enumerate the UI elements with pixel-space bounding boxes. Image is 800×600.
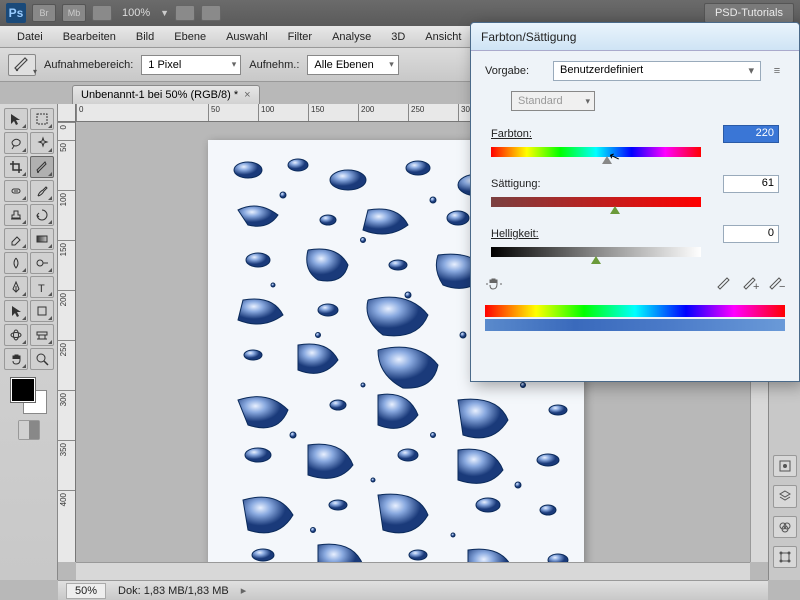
ruler-vertical[interactable]: 0 50 100 150 200 250 300 350 400 [58, 122, 76, 562]
eyedropper-subtract-icon[interactable]: − [769, 276, 785, 292]
menu-ebene[interactable]: Ebene [165, 28, 215, 46]
path-select-tool[interactable] [4, 300, 28, 322]
sample-layers-label: Aufnehm.: [249, 59, 299, 71]
eyedropper-tool[interactable] [30, 156, 54, 178]
menu-bearbeiten[interactable]: Bearbeiten [54, 28, 125, 46]
brush-tool[interactable] [30, 180, 54, 202]
saturation-input[interactable]: 61 [723, 175, 779, 193]
lightness-label: Helligkeit: [491, 228, 539, 240]
lightness-slider-thumb[interactable] [591, 256, 601, 264]
preset-select[interactable]: Benutzerdefiniert [553, 61, 761, 81]
color-swatches[interactable] [11, 378, 47, 414]
dodge-tool[interactable] [30, 252, 54, 274]
eyedropper-sample-icon[interactable] [717, 276, 733, 292]
close-tab-icon[interactable]: × [244, 89, 250, 101]
hue-strip-source [485, 305, 785, 317]
document-tab[interactable]: Unbenannt-1 bei 50% (RGB/8) * × [72, 85, 260, 104]
menu-analyse[interactable]: Analyse [323, 28, 380, 46]
tutorials-button[interactable]: PSD-Tutorials [704, 3, 794, 23]
sample-size-select[interactable]: 1 Pixel [141, 55, 241, 75]
heal-tool[interactable] [4, 180, 28, 202]
document-tab-title: Unbenannt-1 bei 50% (RGB/8) * [81, 89, 238, 101]
lasso-tool[interactable] [4, 132, 28, 154]
history-panel-icon[interactable] [773, 455, 797, 477]
scrubby-hand-icon[interactable] [485, 275, 505, 293]
status-zoom[interactable]: 50% [66, 583, 106, 599]
preset-menu-icon[interactable]: ≡ [769, 65, 785, 77]
menu-3d[interactable]: 3D [382, 28, 414, 46]
stamp-tool[interactable] [4, 204, 28, 226]
gradient-tool[interactable] [30, 228, 54, 250]
hue-strip-result [485, 319, 785, 331]
eyedropper-add-icon[interactable]: + [743, 276, 759, 292]
hue-slider[interactable]: ↖ [491, 147, 701, 157]
svg-text:−: − [779, 281, 785, 292]
wand-tool[interactable] [30, 132, 54, 154]
blur-tool[interactable] [4, 252, 28, 274]
lightness-slider[interactable] [491, 247, 701, 257]
horizontal-scrollbar[interactable] [76, 562, 750, 580]
channel-select[interactable]: Standard [511, 91, 595, 111]
ruler-origin[interactable] [58, 104, 76, 122]
crop-tool[interactable] [4, 156, 28, 178]
eraser-tool[interactable] [4, 228, 28, 250]
pen-tool[interactable] [4, 276, 28, 298]
minibridge-button[interactable]: Mb [62, 4, 86, 22]
history-brush-tool[interactable] [30, 204, 54, 226]
menu-datei[interactable]: Datei [8, 28, 52, 46]
hand-tool[interactable] [4, 348, 28, 370]
3d-rotate-tool[interactable] [4, 324, 28, 346]
channels-panel-icon[interactable] [773, 516, 797, 538]
quickmask-toggle[interactable] [18, 420, 40, 440]
marquee-tool[interactable] [30, 108, 54, 130]
hue-label: Farbton: [491, 128, 532, 140]
saturation-label: Sättigung: [491, 178, 541, 190]
foreground-color[interactable] [11, 378, 35, 402]
layers-panel-icon[interactable] [773, 485, 797, 507]
menu-filter[interactable]: Filter [279, 28, 321, 46]
dialog-title[interactable]: Farbton/Sättigung [471, 23, 799, 51]
3d-camera-tool[interactable] [30, 324, 54, 346]
current-tool-icon[interactable]: ▾ [8, 54, 36, 76]
menu-bild[interactable]: Bild [127, 28, 163, 46]
zoom-tool[interactable] [30, 348, 54, 370]
svg-text:+: + [753, 281, 759, 292]
svg-text:T: T [38, 283, 45, 294]
hue-range-strips [485, 305, 785, 331]
menu-ansicht[interactable]: Ansicht [416, 28, 470, 46]
app-logo: Ps [6, 3, 26, 23]
preset-label: Vorgabe: [485, 65, 545, 77]
sample-size-label: Aufnahmebereich: [44, 59, 133, 71]
menu-auswahl[interactable]: Auswahl [217, 28, 277, 46]
paths-panel-icon[interactable] [773, 546, 797, 568]
move-tool[interactable] [4, 108, 28, 130]
type-tool[interactable]: T [30, 276, 54, 298]
status-doc-size: Dok: 1,83 MB/1,83 MB [118, 585, 229, 597]
zoom-level[interactable]: 100% [118, 7, 154, 19]
hue-input[interactable]: 220 [723, 125, 779, 143]
sample-layers-select[interactable]: Alle Ebenen [307, 55, 398, 75]
screenmode-button[interactable] [201, 5, 221, 21]
view-extras-button[interactable] [92, 5, 112, 21]
bridge-button[interactable]: Br [32, 4, 56, 22]
saturation-slider[interactable] [491, 197, 701, 207]
hue-saturation-dialog[interactable]: Farbton/Sättigung Vorgabe: Benutzerdefin… [470, 22, 800, 382]
shape-tool[interactable] [30, 300, 54, 322]
saturation-slider-thumb[interactable] [610, 206, 620, 214]
status-bar: 50% Dok: 1,83 MB/1,83 MB ▸ [58, 580, 768, 600]
toolbox: T [0, 104, 58, 580]
arrange-button[interactable] [175, 5, 195, 21]
lightness-input[interactable]: 0 [723, 225, 779, 243]
